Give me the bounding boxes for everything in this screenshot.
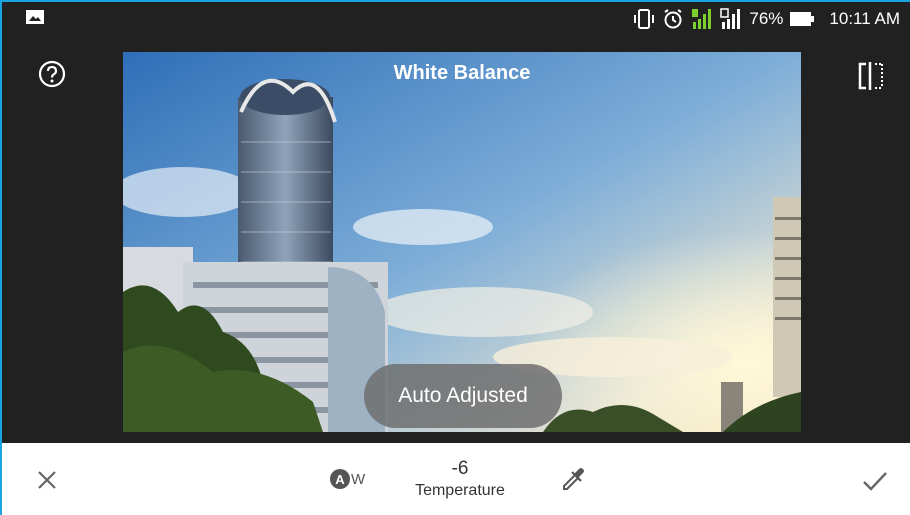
battery-percent: 76% [749, 9, 784, 28]
vibrate-icon [634, 9, 655, 29]
status-icons: 76% 10:11 AM [633, 7, 900, 31]
eyedropper-icon[interactable] [560, 467, 586, 493]
signal-sim2-icon [720, 8, 741, 29]
compare-icon[interactable] [856, 62, 886, 90]
auto-white-balance-button[interactable]: A W [330, 467, 365, 491]
battery-icon [790, 12, 815, 26]
auto-wb-icon: A [330, 469, 350, 489]
signal-sim1-icon [692, 9, 712, 29]
auto-wb-suffix: W [351, 470, 366, 488]
bottom-toolbar: A W -6 Temperature [0, 443, 910, 515]
clock: 10:11 AM [829, 9, 900, 28]
temperature-control[interactable]: -6 Temperature [405, 458, 515, 502]
tool-title: White Balance [393, 62, 531, 84]
frame-top-border [0, 0, 910, 2]
temperature-label: Temperature [415, 482, 505, 499]
frame-left-border [0, 0, 2, 515]
help-circle-icon[interactable] [38, 60, 66, 88]
close-icon[interactable] [36, 469, 58, 491]
gallery-icon [26, 10, 44, 24]
auto-adjusted-toast: Auto Adjusted [364, 364, 562, 428]
check-icon[interactable] [862, 471, 888, 491]
alarm-icon [664, 9, 682, 29]
temperature-value: -6 [451, 458, 469, 479]
status-bar: 76% 10:11 AM [0, 0, 910, 38]
